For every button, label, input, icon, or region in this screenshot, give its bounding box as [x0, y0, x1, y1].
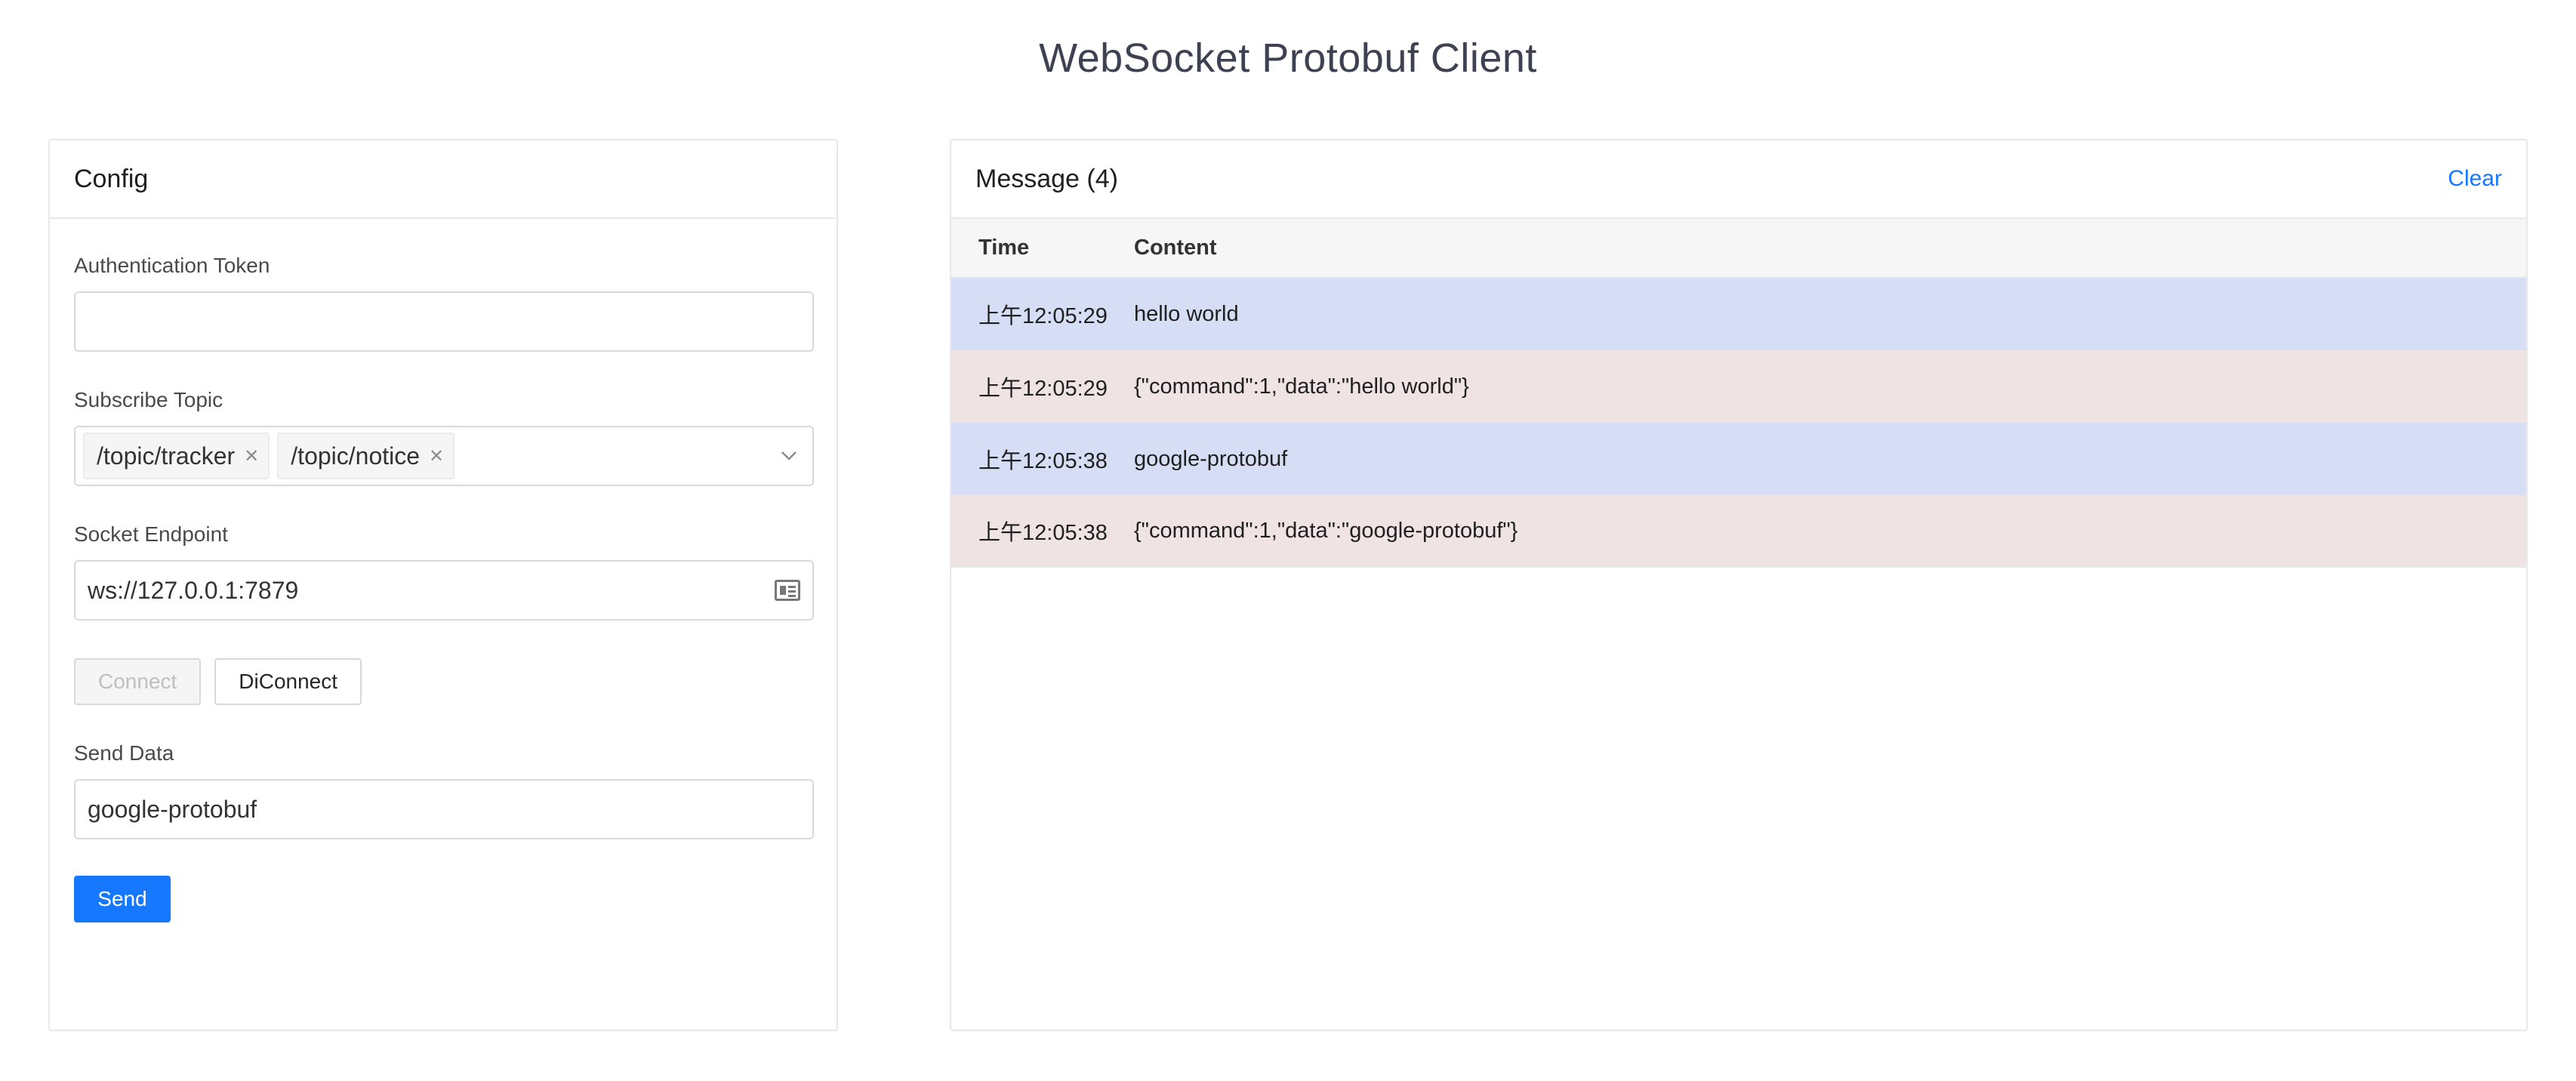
disconnect-button[interactable]: DiConnect: [214, 658, 362, 705]
message-table: Time Content 上午12:05:29 hello world 上午12…: [951, 219, 2526, 568]
chevron-down-icon[interactable]: [781, 446, 797, 466]
config-form: Authentication Token Subscribe Topic /to…: [50, 254, 837, 922]
config-title: Config: [74, 164, 149, 193]
table-header: Time Content: [951, 219, 2526, 278]
table-row: 上午12:05:29 hello world: [951, 278, 2526, 350]
column-header-content: Content: [1134, 235, 1217, 260]
topic-tag-label: /topic/tracker: [97, 442, 236, 470]
row-content: google-protobuf: [1134, 446, 1288, 471]
row-content: hello world: [1134, 301, 1239, 326]
row-time: 上午12:05:38: [978, 449, 1108, 473]
message-header: Message (4) Clear: [951, 140, 2526, 219]
message-panel: Message (4) Clear Time Content 上午12:05:2…: [950, 139, 2528, 1031]
column-header-time: Time: [978, 235, 1030, 260]
close-icon[interactable]: ✕: [429, 445, 444, 467]
send-button[interactable]: Send: [74, 876, 171, 922]
page-title: WebSocket Protobuf Client: [1039, 35, 1537, 81]
table-row: 上午12:05:38 {"command":1,"data":"google-p…: [951, 495, 2526, 568]
contact-card-icon: [775, 580, 800, 601]
clear-button[interactable]: Clear: [2448, 166, 2502, 192]
config-header: Config: [50, 140, 837, 219]
connect-button[interactable]: Connect: [74, 658, 202, 705]
table-row: 上午12:05:38 google-protobuf: [951, 423, 2526, 495]
topic-tag: /topic/tracker ✕: [83, 433, 270, 479]
row-time: 上午12:05:38: [978, 521, 1108, 545]
subscribe-topic-select[interactable]: /topic/tracker ✕ /topic/notice ✕: [74, 426, 814, 486]
config-panel: Config Authentication Token Subscribe To…: [48, 139, 838, 1031]
auth-token-input[interactable]: [74, 291, 814, 352]
auth-token-label: Authentication Token: [74, 254, 270, 277]
topic-tag-label: /topic/notice: [291, 442, 421, 470]
send-data-value: google-protobuf: [88, 795, 257, 823]
topic-tag: /topic/notice ✕: [277, 433, 455, 479]
row-time: 上午12:05:29: [978, 304, 1108, 328]
row-time: 上午12:05:29: [978, 377, 1108, 401]
row-content: {"command":1,"data":"hello world"}: [1134, 374, 1469, 399]
socket-endpoint-value: ws://127.0.0.1:7879: [88, 576, 299, 604]
socket-endpoint-input[interactable]: ws://127.0.0.1:7879: [74, 560, 814, 621]
subscribe-topic-label: Subscribe Topic: [74, 388, 223, 411]
connection-buttons: Connect DiConnect: [74, 658, 812, 705]
topic-tags: /topic/tracker ✕ /topic/notice ✕: [83, 433, 455, 479]
message-title: Message (4): [975, 164, 1118, 193]
row-content: {"command":1,"data":"google-protobuf"}: [1134, 518, 1518, 543]
send-data-input[interactable]: google-protobuf: [74, 779, 814, 839]
close-icon[interactable]: ✕: [244, 445, 259, 467]
send-data-label: Send Data: [74, 741, 174, 765]
table-row: 上午12:05:29 {"command":1,"data":"hello wo…: [951, 350, 2526, 423]
socket-endpoint-label: Socket Endpoint: [74, 522, 228, 546]
